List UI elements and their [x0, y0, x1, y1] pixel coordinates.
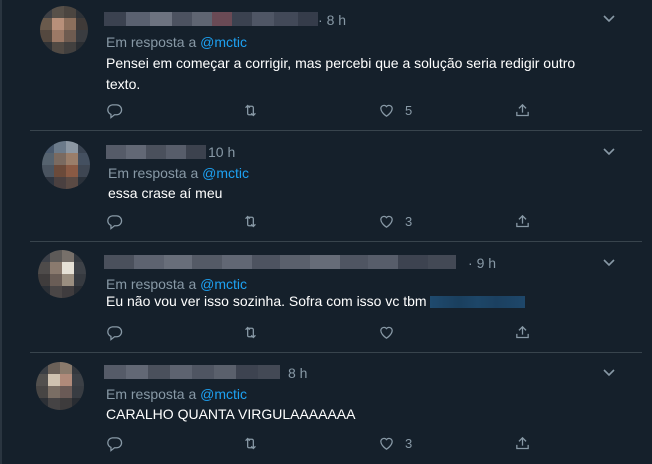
chevron-down-icon[interactable]	[602, 12, 616, 26]
reply-context: Em resposta a @mctic	[108, 165, 250, 181]
tweet-text: Pensei em começar a corrigir, mas perceb…	[106, 55, 576, 92]
tweet-actions: 3	[106, 435, 546, 455]
tweet-time[interactable]: 8 h	[288, 365, 307, 381]
retweet-button[interactable]	[242, 324, 259, 341]
tweet[interactable]: · 8 h Em resposta a @mctic Pensei em com…	[30, 0, 642, 131]
chevron-down-icon[interactable]	[602, 256, 616, 270]
share-icon	[516, 103, 529, 117]
reply-context: Em resposta a @mctic	[106, 276, 248, 292]
tweet-text: essa crase aí meu	[108, 185, 223, 201]
reply-icon	[107, 215, 123, 230]
share-button[interactable]	[514, 213, 531, 230]
like-button[interactable]: 5	[378, 102, 412, 119]
reply-icon	[107, 326, 123, 341]
heart-icon	[380, 215, 393, 228]
avatar[interactable]	[40, 6, 88, 54]
retweet-button[interactable]	[242, 435, 259, 452]
mention-link[interactable]: @mctic	[200, 276, 247, 292]
like-button[interactable]	[378, 324, 405, 341]
tweet-text: Eu não vou ver isso sozinha. Sofra com i…	[106, 291, 626, 312]
like-count: 3	[405, 214, 413, 229]
share-icon	[516, 325, 529, 339]
chevron-down-icon[interactable]	[602, 145, 616, 159]
reply-button[interactable]	[106, 435, 123, 452]
retweet-icon	[245, 437, 256, 450]
share-icon	[516, 436, 529, 450]
like-count: 5	[405, 103, 413, 118]
tweet-actions	[106, 324, 546, 344]
tweet[interactable]: 10 h Em resposta a @mctic essa crase aí …	[30, 131, 642, 242]
like-button[interactable]: 3	[378, 435, 412, 452]
reply-icon	[107, 437, 123, 452]
heart-icon	[380, 326, 393, 339]
chevron-down-icon[interactable]	[602, 366, 616, 380]
tweet-time[interactable]: · 9 h	[468, 255, 496, 271]
retweet-button[interactable]	[242, 102, 259, 119]
reply-context: Em resposta a @mctic	[106, 386, 248, 402]
display-name-redacted[interactable]	[104, 9, 318, 29]
like-button[interactable]: 3	[378, 213, 412, 230]
reply-icon	[107, 104, 123, 119]
tweet-actions: 5	[106, 102, 546, 122]
reply-context: Em resposta a @mctic	[106, 34, 248, 50]
tweet-time[interactable]: · 8 h	[318, 12, 346, 28]
tweet[interactable]: · 9 h Em resposta a @mctic Eu não vou ve…	[30, 242, 642, 353]
retweet-icon	[245, 215, 256, 228]
heart-icon	[380, 437, 393, 450]
reply-button[interactable]	[106, 324, 123, 341]
reply-button[interactable]	[106, 213, 123, 230]
share-button[interactable]	[514, 324, 531, 341]
share-icon	[516, 214, 529, 228]
like-count: 3	[405, 436, 413, 451]
display-name-redacted[interactable]	[106, 142, 206, 162]
avatar[interactable]	[36, 362, 84, 410]
tweet-actions: 3	[106, 213, 546, 233]
retweet-icon	[245, 104, 256, 117]
redacted-mention[interactable]	[430, 296, 526, 309]
mention-link[interactable]: @mctic	[200, 386, 247, 402]
left-border	[0, 0, 2, 464]
mention-link[interactable]: @mctic	[202, 165, 249, 181]
retweet-icon	[245, 326, 256, 339]
heart-icon	[380, 104, 393, 117]
display-name-redacted[interactable]	[104, 252, 456, 272]
reply-button[interactable]	[106, 102, 123, 119]
retweet-button[interactable]	[242, 213, 259, 230]
avatar[interactable]	[42, 141, 90, 189]
share-button[interactable]	[514, 435, 531, 452]
tweet[interactable]: 8 h Em resposta a @mctic CARALHO QUANTA …	[30, 353, 642, 464]
tweet-time[interactable]: 10 h	[208, 144, 235, 160]
avatar[interactable]	[38, 250, 86, 298]
tweet-text: CARALHO QUANTA VIRGULAAAAAAA	[106, 406, 356, 422]
mention-link[interactable]: @mctic	[200, 34, 247, 50]
display-name-redacted[interactable]	[104, 362, 280, 382]
share-button[interactable]	[514, 102, 531, 119]
